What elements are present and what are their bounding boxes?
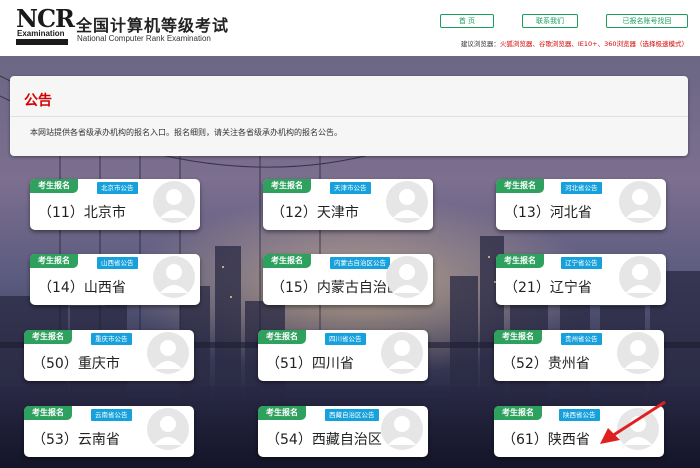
register-tag[interactable]: 考生报名 (496, 254, 544, 268)
province-name[interactable]: （15）内蒙古自治区 (271, 277, 401, 297)
browser-tip-list: 火狐浏览器、谷歌浏览器、IE10+、360浏览器（选择极速模式） (499, 40, 688, 48)
announcement-badge[interactable]: 重庆市公告 (91, 333, 132, 345)
notice-divider (10, 116, 688, 117)
home-button[interactable]: 首 页 (440, 14, 494, 28)
user-avatar-icon (381, 332, 423, 374)
user-avatar-icon (381, 408, 423, 450)
site-subtitle: National Computer Rank Examination (77, 34, 211, 43)
province-name[interactable]: （53）云南省 (32, 429, 120, 449)
province-name[interactable]: （61）陕西省 (502, 429, 590, 449)
register-tag[interactable]: 考生报名 (258, 330, 306, 344)
browser-tip-label: 建议浏览器： (460, 40, 500, 48)
announcement-badge[interactable]: 天津市公告 (330, 182, 371, 194)
register-tag[interactable]: 考生报名 (24, 406, 72, 420)
account-recovery-button[interactable]: 已报名账号找回 (606, 14, 688, 28)
contact-button[interactable]: 联系我们 (522, 14, 578, 28)
province-card-tianjin[interactable]: 考生报名 天津市公告 （12）天津市 (263, 179, 433, 230)
logo-word: Examination (17, 29, 65, 38)
province-card-liaoning[interactable]: 考生报名 辽宁省公告 （21）辽宁省 (496, 254, 666, 305)
site-title: 全国计算机等级考试 (76, 16, 230, 35)
province-name[interactable]: （54）西藏自治区 (266, 429, 382, 449)
announcement-badge[interactable]: 西藏自治区公告 (325, 409, 379, 421)
user-avatar-icon (619, 181, 661, 223)
user-avatar-icon (386, 256, 428, 298)
notice-title: 公告 (24, 93, 52, 109)
user-avatar-icon (147, 408, 189, 450)
user-avatar-icon (153, 181, 195, 223)
province-name[interactable]: （11）北京市 (38, 202, 126, 222)
register-tag[interactable]: 考生报名 (24, 330, 72, 344)
notice-panel: 公告 本网站提供各省级承办机构的报名入口。报名细则，请关注各省级承办机构的报名公… (10, 76, 688, 156)
province-card-guizhou[interactable]: 考生报名 贵州省公告 （52）贵州省 (494, 330, 664, 381)
province-card-sichuan[interactable]: 考生报名 四川省公告 （51）四川省 (258, 330, 428, 381)
province-card-chongqing[interactable]: 考生报名 重庆市公告 （50）重庆市 (24, 330, 194, 381)
user-avatar-icon (617, 408, 659, 450)
announcement-badge[interactable]: 四川省公告 (325, 333, 366, 345)
register-tag[interactable]: 考生报名 (30, 254, 78, 268)
province-name[interactable]: （12）天津市 (271, 202, 359, 222)
province-card-shanxi[interactable]: 考生报名 山西省公告 （14）山西省 (30, 254, 200, 305)
user-avatar-icon (147, 332, 189, 374)
province-card-tibet[interactable]: 考生报名 西藏自治区公告 （54）西藏自治区 (258, 406, 428, 457)
province-name[interactable]: （51）四川省 (266, 353, 354, 373)
announcement-badge[interactable]: 北京市公告 (97, 182, 138, 194)
register-tag[interactable]: 考生报名 (494, 330, 542, 344)
province-name[interactable]: （50）重庆市 (32, 353, 120, 373)
register-tag[interactable]: 考生报名 (258, 406, 306, 420)
announcement-badge[interactable]: 贵州省公告 (561, 333, 602, 345)
province-name[interactable]: （13）河北省 (504, 202, 592, 222)
register-tag[interactable]: 考生报名 (496, 179, 544, 193)
register-tag[interactable]: 考生报名 (263, 254, 311, 268)
register-tag[interactable]: 考生报名 (30, 179, 78, 193)
province-name[interactable]: （14）山西省 (38, 277, 126, 297)
province-card-inner-mongolia[interactable]: 考生报名 内蒙古自治区公告 （15）内蒙古自治区 (263, 254, 433, 305)
province-card-yunnan[interactable]: 考生报名 云南省公告 （53）云南省 (24, 406, 194, 457)
announcement-badge[interactable]: 内蒙古自治区公告 (330, 257, 390, 269)
notice-text: 本网站提供各省级承办机构的报名入口。报名细则，请关注各省级承办机构的报名公告。 (30, 128, 342, 137)
announcement-badge[interactable]: 辽宁省公告 (561, 257, 602, 269)
announcement-badge[interactable]: 河北省公告 (561, 182, 602, 194)
announcement-badge[interactable]: 山西省公告 (97, 257, 138, 269)
province-card-shaanxi[interactable]: 考生报名 陕西省公告 （61）陕西省 (494, 406, 664, 457)
province-card-beijing[interactable]: 考生报名 北京市公告 （11）北京市 (30, 179, 200, 230)
province-card-hebei[interactable]: 考生报名 河北省公告 （13）河北省 (496, 179, 666, 230)
announcement-badge[interactable]: 云南省公告 (91, 409, 132, 421)
ncre-logo[interactable]: NCR Examination (16, 4, 75, 46)
province-name[interactable]: （52）贵州省 (502, 353, 590, 373)
site-header: NCR Examination 全国计算机等级考试 National Compu… (0, 0, 700, 56)
user-avatar-icon (617, 332, 659, 374)
user-avatar-icon (386, 181, 428, 223)
register-tag[interactable]: 考生报名 (494, 406, 542, 420)
browser-recommendation: 建议浏览器：火狐浏览器、谷歌浏览器、IE10+、360浏览器（选择极速模式） (461, 38, 688, 48)
register-tag[interactable]: 考生报名 (263, 179, 311, 193)
province-name[interactable]: （21）辽宁省 (504, 277, 592, 297)
announcement-badge[interactable]: 陕西省公告 (559, 409, 600, 421)
user-avatar-icon (619, 256, 661, 298)
user-avatar-icon (153, 256, 195, 298)
